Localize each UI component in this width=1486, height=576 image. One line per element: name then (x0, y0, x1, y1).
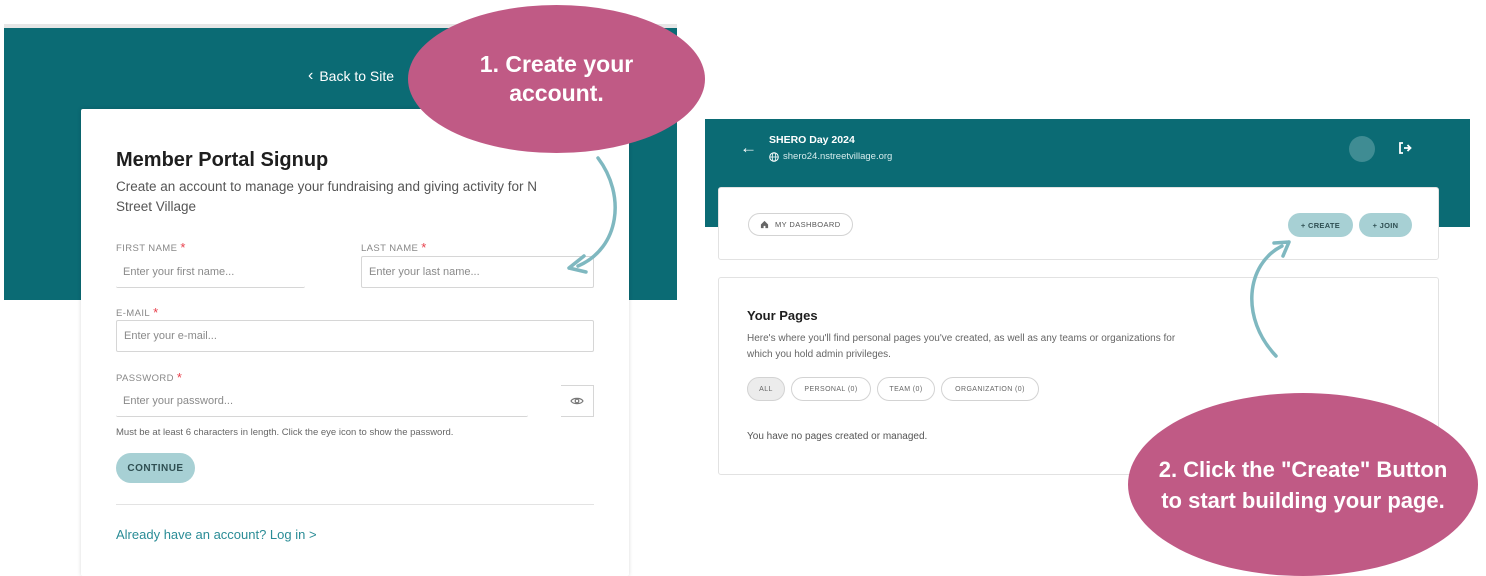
filter-organization[interactable]: ORGANIZATION (0) (941, 377, 1039, 401)
login-link[interactable]: Already have an account? Log in > (116, 527, 317, 542)
filter-team[interactable]: TEAM (0) (877, 377, 935, 401)
email-label: E-MAIL * (116, 305, 159, 320)
signup-title: Member Portal Signup (116, 149, 329, 171)
globe-icon (769, 151, 779, 162)
email-input[interactable] (116, 320, 594, 352)
home-icon (760, 220, 769, 229)
join-button[interactable]: + JOIN (1359, 213, 1412, 237)
last-name-label: LAST NAME * (361, 240, 427, 255)
filter-personal[interactable]: PERSONAL (0) (791, 377, 871, 401)
password-label: PASSWORD * (116, 370, 183, 385)
back-to-site-link[interactable]: ‹ Back to Site (308, 67, 395, 85)
pages-description: Here's where you'll find personal pages … (747, 333, 1176, 360)
arrow-left-icon[interactable]: ← (740, 138, 757, 158)
password-input[interactable] (116, 385, 528, 417)
chevron-left-icon: ‹ (308, 67, 314, 84)
site-url-text: shero24.nstreetvillage.org (783, 151, 893, 162)
my-dashboard-label: MY DASHBOARD (775, 220, 841, 229)
password-hint: Must be at least 6 characters in length.… (116, 427, 454, 438)
first-name-label: FIRST NAME * (116, 240, 186, 255)
callout-step-1-text: 1. Create your account. (479, 51, 634, 106)
logout-icon[interactable] (1397, 140, 1413, 156)
pages-title: Your Pages (747, 308, 818, 323)
filter-all[interactable]: ALL (747, 377, 785, 401)
my-dashboard-button[interactable]: MY DASHBOARD (748, 213, 853, 236)
show-password-toggle[interactable] (561, 385, 594, 417)
back-to-site-label: Back to Site (319, 68, 395, 84)
first-name-input[interactable] (116, 256, 305, 288)
callout-step-2-text: 2. Click the "Create" Button to start bu… (1158, 456, 1448, 513)
callout-step-1: 1. Create your account. (408, 5, 705, 153)
eye-icon (570, 397, 584, 405)
signup-subtitle: Create an account to manage your fundrai… (116, 179, 537, 214)
signup-card: Member Portal Signup Create an account t… (81, 109, 629, 576)
avatar[interactable] (1349, 136, 1375, 162)
continue-button[interactable]: CONTINUE (116, 453, 195, 483)
last-name-input[interactable] (361, 256, 594, 288)
empty-pages-message: You have no pages created or managed. (747, 431, 928, 442)
callout-step-2: 2. Click the "Create" Button to start bu… (1128, 393, 1478, 576)
divider (116, 504, 594, 505)
site-title: SHERO Day 2024 (769, 134, 855, 146)
create-button[interactable]: + CREATE (1288, 213, 1353, 237)
site-url: shero24.nstreetvillage.org (769, 151, 892, 162)
dashboard-toolbar-card: MY DASHBOARD + CREATE + JOIN (718, 187, 1439, 260)
